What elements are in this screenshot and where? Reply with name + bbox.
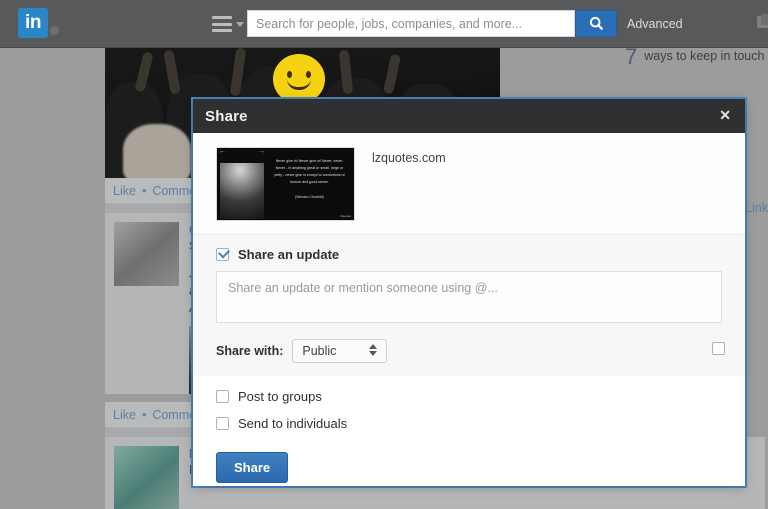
close-icon[interactable]: ✕ xyxy=(719,108,731,122)
quote-brand-watermark: lzquotes xyxy=(340,214,351,218)
update-textarea-wrap xyxy=(193,262,745,328)
post-to-groups-label[interactable]: Post to groups xyxy=(238,389,322,404)
link-preview-meta: lzquotes.com xyxy=(372,147,446,221)
update-textarea[interactable] xyxy=(216,271,722,323)
quote-text: Never give in! Never give in! Never, nev… xyxy=(270,158,349,186)
quote-line: Never give in! Never give in! Never, nev… xyxy=(270,158,349,165)
hamburger-menu-icon[interactable] xyxy=(212,16,232,32)
share-an-update-checkbox[interactable] xyxy=(216,248,229,261)
modal-header: Share ✕ xyxy=(193,99,745,133)
search-input[interactable] xyxy=(248,11,574,36)
photo-hair xyxy=(123,124,191,178)
send-to-individuals-row[interactable]: Send to individuals xyxy=(193,416,745,431)
link-preview-domain: lzquotes.com xyxy=(372,151,446,165)
share-with-label: Share with: xyxy=(216,344,283,358)
send-to-individuals-checkbox[interactable] xyxy=(216,417,229,430)
like-link[interactable]: Like xyxy=(113,184,136,198)
share-update-toggle-row[interactable]: Share an update xyxy=(193,247,745,262)
avatar[interactable] xyxy=(114,222,179,286)
search-icon xyxy=(589,16,604,31)
logo-decoration xyxy=(50,26,59,35)
modal-title: Share xyxy=(205,108,248,125)
action-separator: • xyxy=(142,408,146,422)
smiley-face-icon xyxy=(273,54,325,104)
messages-icon[interactable] xyxy=(757,14,768,30)
promo-text: ways to keep in touch xyxy=(644,48,764,64)
share-an-update-label[interactable]: Share an update xyxy=(238,247,339,262)
post-to-groups-row[interactable]: Post to groups xyxy=(193,389,745,404)
send-to-individuals-label[interactable]: Send to individuals xyxy=(238,416,347,431)
share-with-select[interactable]: Public xyxy=(292,339,387,363)
stepper-arrows-icon[interactable] xyxy=(369,344,377,356)
top-navigation-bar: in Advanced xyxy=(0,0,768,48)
share-with-value: Public xyxy=(302,344,336,358)
quote-line: petty - never give in except to convicti… xyxy=(270,172,349,179)
link-preview-thumbnail[interactable]: Never give in! Never give in! Never, nev… xyxy=(216,147,355,221)
nav-menu-button[interactable] xyxy=(212,12,248,36)
avatar[interactable] xyxy=(114,446,179,509)
quote-attribution: (Winston Churchill) xyxy=(270,195,349,199)
link-preview: Never give in! Never give in! Never, nev… xyxy=(193,133,745,234)
promo-headline[interactable]: 7 ways to keep in touch xyxy=(625,48,768,66)
twitter-share-checkbox[interactable] xyxy=(712,342,725,355)
promo-number: 7 xyxy=(625,48,637,66)
post-to-groups-checkbox[interactable] xyxy=(216,390,229,403)
linkedin-logo-icon[interactable]: in xyxy=(18,8,48,38)
quote-line: Never - in anything great or small, larg… xyxy=(270,165,349,172)
search-box[interactable] xyxy=(247,10,575,37)
advanced-search-link[interactable]: Advanced xyxy=(627,17,683,31)
bowler-hat xyxy=(218,150,266,163)
share-options-section: Post to groups Send to individuals Share xyxy=(193,376,745,483)
share-update-section: Share an update Share with: Public xyxy=(193,234,745,376)
share-modal: Share ✕ Never give in! Never give in! Ne… xyxy=(193,99,745,486)
action-separator: • xyxy=(142,184,146,198)
share-with-row: Share with: Public xyxy=(193,328,745,376)
like-link[interactable]: Like xyxy=(113,408,136,422)
photo-arm xyxy=(383,53,401,94)
chevron-down-icon[interactable] xyxy=(236,22,244,27)
photo-arm xyxy=(163,49,180,94)
search-button[interactable] xyxy=(575,10,617,37)
screen: Like • Commen Giuseppe Frus Startup Web … xyxy=(0,0,768,509)
share-submit-button[interactable]: Share xyxy=(216,452,288,483)
quote-line: honour and good sense. xyxy=(270,179,349,186)
